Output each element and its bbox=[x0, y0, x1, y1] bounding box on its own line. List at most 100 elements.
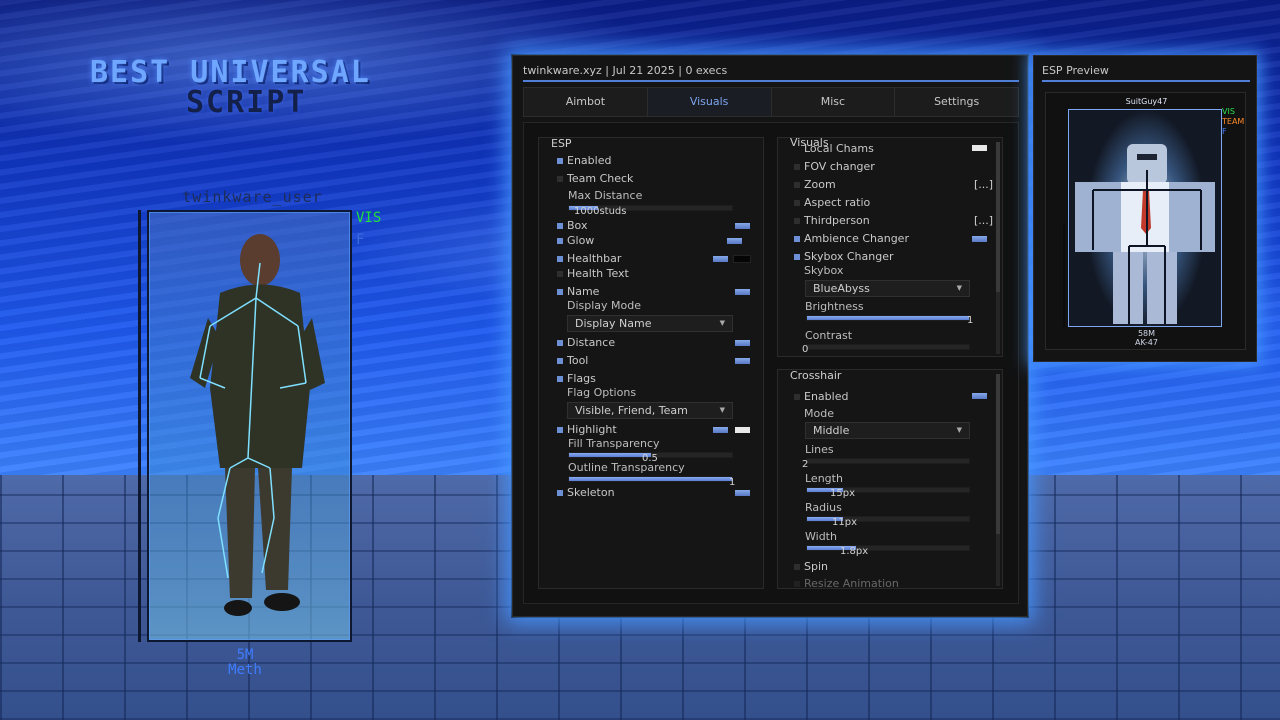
contrast-slider[interactable] bbox=[806, 344, 970, 350]
visuals-scrollbar[interactable] bbox=[996, 142, 1000, 354]
distance-color-swatch[interactable] bbox=[735, 340, 750, 346]
flags-checkbox[interactable] bbox=[557, 376, 563, 382]
distance-checkbox[interactable] bbox=[557, 340, 563, 346]
skeleton-checkbox[interactable] bbox=[557, 490, 563, 496]
fov-changer-checkbox[interactable] bbox=[794, 164, 800, 170]
tab-settings[interactable]: Settings bbox=[895, 88, 1018, 116]
skeleton-label: Skeleton bbox=[567, 486, 615, 499]
spin-checkbox[interactable] bbox=[794, 564, 800, 570]
healthbar-checkbox[interactable] bbox=[557, 256, 563, 262]
chevron-down-icon: ▼ bbox=[956, 426, 962, 434]
crosshair-scrollbar[interactable] bbox=[996, 374, 1000, 586]
lines-slider[interactable] bbox=[806, 458, 970, 464]
box-color-swatch[interactable] bbox=[735, 223, 750, 229]
tab-misc[interactable]: Misc bbox=[772, 88, 896, 116]
resize-animation-label: Resize Animation bbox=[804, 577, 899, 589]
player-character bbox=[190, 234, 325, 616]
thirdperson-checkbox[interactable] bbox=[794, 218, 800, 224]
preview-flag-vis: VIS bbox=[1222, 107, 1235, 116]
preview-distance: 58M bbox=[1137, 329, 1156, 338]
tab-visuals[interactable]: Visuals bbox=[647, 88, 772, 116]
tab-bar: Aimbot Visuals Misc Settings bbox=[523, 87, 1019, 117]
tab-aimbot[interactable]: Aimbot bbox=[524, 88, 648, 116]
outline-transparency-value: 1 bbox=[729, 477, 736, 488]
highlight-checkbox[interactable] bbox=[557, 427, 563, 433]
length-value: 15px bbox=[830, 488, 855, 499]
thirdperson-keybind[interactable]: [...] bbox=[974, 214, 993, 227]
tool-color-swatch[interactable] bbox=[735, 358, 750, 364]
crosshair-group-title: Crosshair bbox=[788, 369, 844, 382]
width-slider[interactable] bbox=[806, 545, 970, 551]
highlight-outline-swatch[interactable] bbox=[735, 427, 750, 433]
health-text-checkbox[interactable] bbox=[557, 271, 563, 277]
name-color-swatch[interactable] bbox=[735, 289, 750, 295]
aspect-ratio-label: Aspect ratio bbox=[804, 196, 871, 209]
ambience-changer-checkbox[interactable] bbox=[794, 236, 800, 242]
skybox-changer-label: Skybox Changer bbox=[804, 250, 894, 263]
skybox-changer-checkbox[interactable] bbox=[794, 254, 800, 260]
team-check-checkbox[interactable] bbox=[557, 176, 563, 182]
outline-transparency-slider[interactable] bbox=[568, 476, 733, 482]
ambience-color-swatch[interactable] bbox=[972, 236, 987, 242]
visuals-group-title: Visuals bbox=[790, 137, 829, 149]
glow-checkbox[interactable] bbox=[557, 238, 563, 244]
healthbar-color-swatch-2[interactable] bbox=[733, 255, 751, 263]
crosshair-color-swatch[interactable] bbox=[972, 393, 987, 399]
esp-preview-window: ESP Preview SuitGuy47 VIS TEAM F 58M AK-… bbox=[1033, 55, 1257, 362]
chevron-down-icon: ▼ bbox=[719, 406, 725, 414]
zoom-checkbox[interactable] bbox=[794, 182, 800, 188]
health-text-label: Health Text bbox=[567, 267, 629, 280]
preview-flag-f: F bbox=[1222, 127, 1227, 136]
visuals-scrollbar-thumb[interactable] bbox=[996, 142, 1000, 292]
display-mode-label: Display Mode bbox=[567, 299, 642, 312]
esp-healthbar bbox=[138, 210, 141, 642]
display-mode-value: Display Name bbox=[575, 317, 652, 330]
name-checkbox[interactable] bbox=[557, 289, 563, 295]
skybox-dropdown[interactable]: BlueAbyss ▼ bbox=[805, 280, 970, 297]
tool-checkbox[interactable] bbox=[557, 358, 563, 364]
ambience-changer-label: Ambience Changer bbox=[804, 232, 909, 245]
outline-transparency-label: Outline Transparency bbox=[568, 461, 685, 474]
mode-dropdown[interactable]: Middle ▼ bbox=[805, 422, 970, 439]
flag-options-label: Flag Options bbox=[567, 386, 637, 399]
skeleton-color-swatch[interactable] bbox=[735, 490, 750, 496]
title-line-1: BEST UNIVERSAL bbox=[90, 55, 371, 90]
tab-content: ESP Enabled Team Check Max Distance 1000… bbox=[523, 122, 1019, 604]
crosshair-enabled-label: Enabled bbox=[804, 390, 849, 403]
brightness-label: Brightness bbox=[805, 300, 864, 313]
local-chams-swatch[interactable] bbox=[972, 145, 987, 151]
healthbar-color-swatch[interactable] bbox=[713, 256, 728, 262]
main-window: twinkware.xyz | Jul 21 2025 | 0 execs Ai… bbox=[512, 55, 1028, 617]
highlight-fill-swatch[interactable] bbox=[713, 427, 728, 433]
flag-options-dropdown[interactable]: Visible, Friend, Team ▼ bbox=[567, 402, 733, 419]
fov-changer-label: FOV changer bbox=[804, 160, 875, 173]
esp-distance: 5M bbox=[236, 647, 254, 663]
esp-distance-tool: 5M Meth bbox=[150, 648, 340, 678]
crosshair-enabled-checkbox[interactable] bbox=[794, 394, 800, 400]
esp-tool: Meth bbox=[228, 662, 262, 678]
header-accent-line bbox=[523, 80, 1019, 82]
zoom-keybind[interactable]: [...] bbox=[974, 178, 993, 191]
glow-color-swatch[interactable] bbox=[727, 238, 742, 244]
preview-name: SuitGuy47 bbox=[1125, 97, 1168, 106]
width-value: 1.8px bbox=[840, 546, 869, 557]
aspect-ratio-checkbox[interactable] bbox=[794, 200, 800, 206]
flag-options-value: Visible, Friend, Team bbox=[575, 404, 688, 417]
box-checkbox[interactable] bbox=[557, 223, 563, 229]
brightness-slider[interactable] bbox=[806, 315, 970, 321]
zoom-label: Zoom bbox=[804, 178, 836, 191]
max-distance-value: 1000studs bbox=[574, 206, 627, 217]
esp-enabled-checkbox[interactable] bbox=[557, 158, 563, 164]
radius-slider[interactable] bbox=[806, 516, 970, 522]
visuals-group: Local Chams Visuals FOV changer Zoom [..… bbox=[777, 137, 1003, 357]
display-mode-dropdown[interactable]: Display Name ▼ bbox=[567, 315, 733, 332]
brightness-fill bbox=[807, 316, 969, 320]
width-label: Width bbox=[805, 530, 837, 543]
crosshair-scrollbar-thumb[interactable] bbox=[996, 374, 1000, 534]
lines-value: 2 bbox=[802, 459, 809, 470]
esp-preview-canvas: SuitGuy47 VIS TEAM F 58M AK-47 bbox=[1045, 92, 1246, 350]
esp-enabled-label: Enabled bbox=[567, 154, 612, 167]
length-label: Length bbox=[805, 472, 843, 485]
resize-animation-checkbox[interactable] bbox=[794, 581, 800, 587]
team-check-label: Team Check bbox=[567, 172, 634, 185]
